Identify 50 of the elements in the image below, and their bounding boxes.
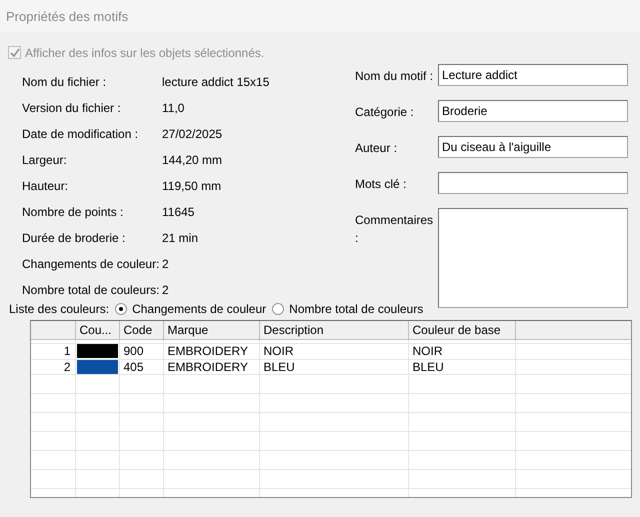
info-label: Nombre total de couleurs: — [22, 282, 160, 299]
info-label: Durée de broderie : — [22, 230, 126, 247]
info-label: Largeur: — [22, 152, 68, 169]
info-value: 27/02/2025 — [162, 126, 224, 143]
input-field[interactable]: Du ciseau à l'aiguille — [438, 136, 628, 158]
radio-button[interactable] — [115, 303, 128, 315]
field-label: Nom du motif : — [355, 68, 434, 85]
table-cell: BLEU — [408, 359, 515, 374]
info-value: 11645 — [162, 204, 196, 221]
info-label: Changements de couleur: — [22, 256, 160, 273]
table-cell: BLEU — [259, 359, 408, 374]
radio-button[interactable] — [272, 303, 284, 315]
table-cell: EMBROIDERY — [163, 344, 259, 359]
info-label: Nombre de points : — [22, 204, 124, 221]
input-field[interactable]: Lecture addict — [438, 64, 628, 86]
info-label: Hauteur: — [22, 178, 70, 195]
row-number: 1 — [31, 344, 75, 359]
table-cell: 405 — [119, 359, 163, 374]
field-label: Auteur : — [355, 140, 398, 157]
info-value: 2 — [162, 282, 170, 299]
list-label: Liste des couleurs: — [9, 301, 110, 318]
info-value: 2 — [162, 256, 170, 273]
field-label: Mots clé : — [355, 176, 408, 193]
column-header[interactable]: Description — [259, 321, 408, 340]
table-cell: EMBROIDERY — [163, 359, 259, 374]
info-value: 11,0 — [162, 100, 186, 117]
comments-field[interactable] — [438, 208, 628, 308]
field-label: Commentaires : — [355, 212, 434, 247]
column-header[interactable]: Cou... — [75, 321, 119, 340]
info-value: 144,20 mm — [162, 152, 224, 169]
column-header[interactable]: Couleur de base — [408, 321, 515, 340]
input-field[interactable] — [438, 172, 628, 194]
info-label: Version du fichier : — [22, 100, 122, 117]
column-header[interactable]: Code — [119, 321, 163, 340]
info-value: 119,50 mm — [162, 178, 222, 195]
table-cell: NOIR — [408, 344, 515, 359]
field-label: Catégorie : — [355, 104, 415, 121]
info-label: Nom du fichier : — [22, 74, 108, 91]
window-title: Propriétés des motifs — [0, 0, 640, 32]
info-label: Date de modification : — [22, 126, 140, 143]
input-field[interactable]: Broderie — [438, 100, 628, 122]
table-cell: NOIR — [259, 344, 408, 359]
info-value: lecture addict 15x15 — [162, 74, 270, 91]
row-number: 2 — [31, 359, 75, 374]
table-cell: 900 — [119, 344, 163, 359]
info-value: 21 min — [162, 230, 200, 247]
radio-label: Changements de couleur — [132, 301, 266, 318]
radio-label: Nombre total de couleurs — [289, 301, 424, 318]
checkbox-label: Afficher des infos sur les objets sélectionnés. — [25, 44, 264, 62]
column-header[interactable]: Marque — [163, 321, 259, 340]
